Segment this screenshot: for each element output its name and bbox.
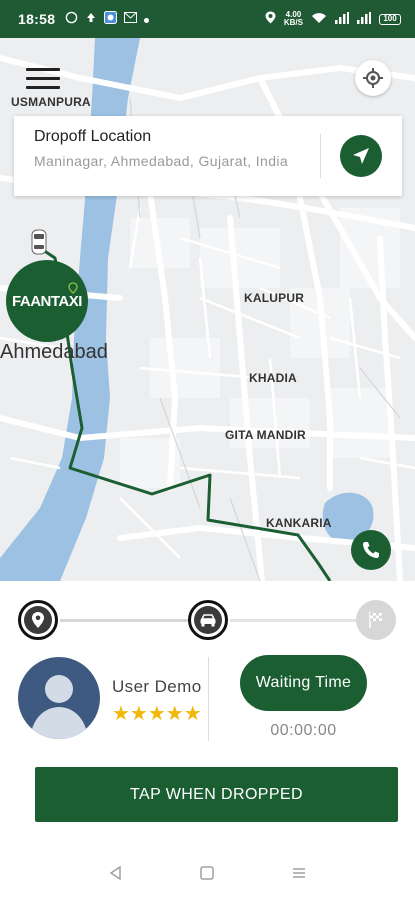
recents-menu-icon <box>293 867 306 878</box>
step-pickup <box>18 600 58 640</box>
progress-line-1 <box>60 619 190 622</box>
crosshair-icon <box>363 68 383 88</box>
avatar <box>18 657 100 739</box>
signal-icon <box>335 11 349 27</box>
waiting-time-value: 00:00:00 <box>270 722 337 739</box>
my-location-button[interactable] <box>355 60 391 96</box>
user-avatar-icon <box>30 675 88 739</box>
step-ride-inner <box>194 606 222 634</box>
finish-flag-icon <box>369 612 382 628</box>
network-speed-unit: KB/S <box>283 18 303 27</box>
car-marker-icon <box>30 228 48 256</box>
home-square-icon <box>200 865 215 880</box>
call-button[interactable] <box>351 530 391 570</box>
upload-icon <box>85 12 97 27</box>
system-icons: 4.00 KB/S 100 <box>265 11 401 27</box>
status-bar: 18:58 4.00 KB/S 100 <box>0 0 415 38</box>
tap-when-dropped-button[interactable]: TAP WHEN DROPPED <box>35 767 398 822</box>
waiting-time-button[interactable]: Waiting Time <box>240 655 367 711</box>
menu-bar <box>26 86 60 89</box>
logo-pin-icon <box>68 282 78 294</box>
dropoff-address[interactable]: Maninagar, Ahmedabad, Gujarat, India <box>34 153 294 169</box>
location-icon <box>265 11 276 27</box>
pin-icon <box>32 612 44 628</box>
dropoff-divider <box>320 134 321 178</box>
map-label-kankaria: KANKARIA <box>266 516 332 530</box>
wifi-icon <box>311 12 327 27</box>
notification-icons <box>65 11 150 27</box>
info-divider <box>208 657 209 741</box>
dropoff-card[interactable]: Dropoff Location Maninagar, Ahmedabad, G… <box>14 116 402 196</box>
step-pickup-inner <box>24 606 52 634</box>
whatsapp-icon <box>65 11 78 27</box>
app-icon <box>104 11 118 27</box>
progress-line-2 <box>230 619 360 622</box>
recents-button[interactable] <box>279 858 319 888</box>
map-label-khadia: KHADIA <box>249 371 297 385</box>
network-speed: 4.00 KB/S <box>284 11 303 27</box>
trip-progress <box>0 581 415 661</box>
signal-icon-2 <box>357 11 371 27</box>
map-label-usmanpura: USMANPURA <box>11 95 91 109</box>
dropoff-title: Dropoff Location <box>34 128 152 145</box>
phone-icon <box>363 542 379 558</box>
menu-bar <box>26 68 60 71</box>
status-time: 18:58 <box>18 11 56 27</box>
map-label-city: Ahmedabad <box>0 341 108 363</box>
map-label-gita-mandir: GITA MANDIR <box>225 428 306 442</box>
navigate-button[interactable] <box>340 135 382 177</box>
back-button[interactable] <box>96 858 136 888</box>
logo-text: FAANTAXI <box>12 292 82 310</box>
battery-icon: 100 <box>379 13 401 25</box>
rider-name: User Demo <box>112 677 202 696</box>
gmail-icon <box>124 12 138 26</box>
back-triangle-icon <box>109 865 121 880</box>
menu-bar <box>26 77 60 80</box>
system-nav-bar <box>0 845 415 900</box>
faantaxi-logo: FAANTAXI <box>6 260 88 342</box>
map-view[interactable]: USMANPURA KALUPUR KHADIA GITA MANDIR KAN… <box>0 38 415 581</box>
navigation-arrow-icon <box>353 148 369 164</box>
rider-rating-stars: ★★★★★ <box>112 703 202 725</box>
home-button[interactable] <box>187 858 227 888</box>
menu-button[interactable] <box>26 68 60 92</box>
step-ride <box>188 600 228 640</box>
taxi-icon <box>200 614 216 627</box>
map-label-kalupur: KALUPUR <box>244 291 305 305</box>
dot-icon <box>144 12 150 26</box>
step-dropoff <box>356 600 396 640</box>
